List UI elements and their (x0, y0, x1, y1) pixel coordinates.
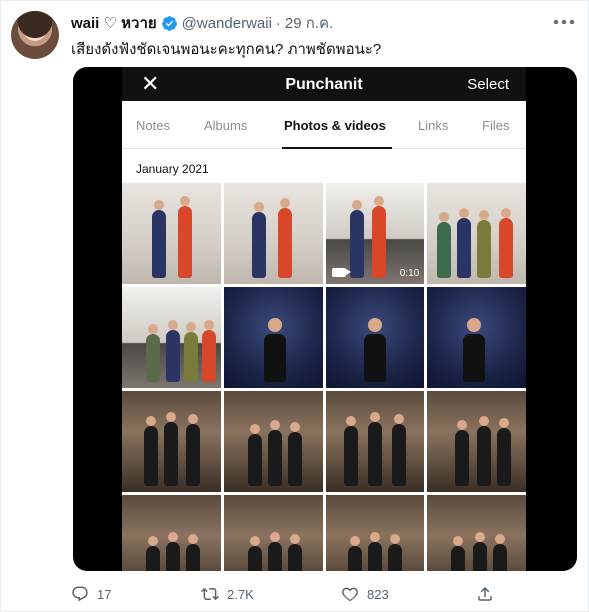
photo-thumbnail (325, 495, 425, 571)
photo-thumbnail (325, 391, 425, 492)
photo-thumbnail (223, 183, 323, 284)
retweet-button[interactable]: 2.7K (201, 585, 254, 603)
separator: · (275, 14, 281, 32)
reply-count: 17 (97, 586, 112, 602)
like-button[interactable]: 823 (341, 585, 389, 603)
photo-thumbnail (427, 183, 526, 284)
tweet-header: waii ♡ หวาย @wanderwaii · 29 ก.ค. (71, 13, 333, 33)
phone-title: Punchanit (285, 76, 363, 93)
photo-thumbnail (223, 495, 323, 571)
photo-thumbnail (122, 495, 221, 571)
video-camera-icon (331, 268, 351, 277)
phone-tab-photos-videos: Photos & videos (284, 118, 386, 133)
photo-thumbnail (122, 391, 221, 492)
more-icon[interactable] (554, 15, 574, 29)
display-name[interactable]: waii ♡ หวาย (71, 11, 157, 35)
photo-grid: 0:10 (122, 183, 526, 571)
tweet[interactable]: waii ♡ หวาย @wanderwaii · 29 ก.ค. เสียงด… (0, 0, 589, 612)
photo-thumbnail (427, 495, 526, 571)
like-count: 823 (367, 586, 389, 602)
verified-badge-icon (161, 15, 177, 31)
photo-thumbnail (325, 287, 425, 388)
phone-tab-albums: Albums (204, 118, 248, 133)
phone-screenshot: ✕ Punchanit Select Notes Albums Photos &… (122, 67, 526, 571)
retweet-icon (201, 587, 219, 601)
video-duration: 0:10 (399, 268, 420, 279)
phone-tabs: Notes Albums Photos & videos Links Files (122, 101, 526, 149)
retweet-count: 2.7K (227, 586, 254, 602)
reply-button[interactable]: 17 (71, 585, 111, 603)
photo-thumbnail (223, 391, 323, 492)
section-label: January 2021 (136, 162, 209, 176)
active-tab-underline (282, 147, 392, 149)
tweet-date[interactable]: 29 ก.ค. (285, 11, 333, 35)
avatar[interactable] (11, 11, 59, 59)
phone-tab-notes: Notes (136, 118, 170, 133)
reply-icon (72, 586, 88, 602)
share-button[interactable] (476, 585, 494, 603)
phone-select-label: Select (467, 76, 509, 93)
share-icon (478, 586, 492, 601)
phone-tab-links: Links (418, 118, 449, 133)
photo-thumbnail (223, 287, 323, 388)
photo-thumbnail (122, 183, 221, 284)
tweet-text: เสียงดังฟังชัดเจนพอนะคะทุกคน? ภาพชัดพอนะ… (71, 41, 382, 58)
photo-thumbnail (427, 391, 526, 492)
like-icon (342, 587, 358, 602)
phone-top-bar: ✕ Punchanit Select (122, 67, 526, 101)
photo-thumbnail (427, 287, 526, 388)
video-thumbnail: 0:10 (325, 183, 425, 284)
handle[interactable]: @wanderwaii (182, 15, 272, 32)
tweet-actions: 17 2.7K 823 (71, 583, 511, 605)
phone-tab-files: Files (482, 118, 510, 133)
tweet-media-image[interactable]: ✕ Punchanit Select Notes Albums Photos &… (73, 67, 577, 571)
photo-thumbnail (122, 287, 221, 388)
